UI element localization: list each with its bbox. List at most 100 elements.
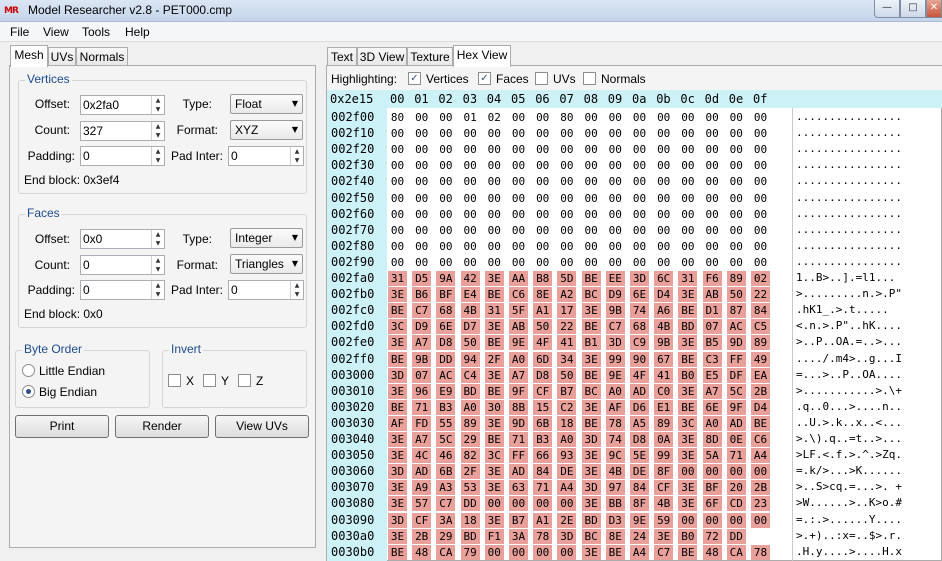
hex-byte-cell[interactable]: 00 xyxy=(388,207,407,222)
hex-byte-cell[interactable]: 9E xyxy=(630,512,649,528)
hex-byte-cell[interactable]: 9B xyxy=(605,303,625,319)
hex-byte-cell[interactable]: 9D xyxy=(509,415,528,431)
highlight-uvs-checkbox[interactable] xyxy=(535,72,548,85)
hex-byte-cell[interactable]: C7 xyxy=(436,496,456,512)
hex-byte-cell[interactable]: 00 xyxy=(678,223,697,238)
hex-byte-cell[interactable]: 3E xyxy=(581,496,601,512)
hex-byte-cell[interactable]: 3E xyxy=(678,383,698,399)
hex-byte-cell[interactable]: 3E xyxy=(678,335,698,351)
hex-byte-cell[interactable]: 00 xyxy=(388,191,407,206)
hex-byte-cell[interactable]: 00 xyxy=(557,191,576,206)
print-button[interactable]: Print xyxy=(15,415,109,438)
hex-byte-cell[interactable]: 00 xyxy=(751,223,770,238)
hex-byte-cell[interactable]: B0 xyxy=(678,367,698,383)
hex-byte-cell[interactable]: 00 xyxy=(436,239,455,254)
hex-byte-cell[interactable]: 00 xyxy=(582,158,601,173)
hex-byte-cell[interactable]: 20 xyxy=(726,480,746,496)
hex-byte-cell[interactable]: B7 xyxy=(509,512,528,528)
hex-byte-cell[interactable]: B5 xyxy=(702,335,722,351)
spin-arrows-icon[interactable]: ▲ ▼ xyxy=(290,281,303,299)
hex-byte-cell[interactable]: 3E xyxy=(678,448,698,464)
hex-byte-cell[interactable]: DD xyxy=(726,528,746,544)
hex-byte-cell[interactable]: 5C xyxy=(436,432,456,447)
big-endian-label[interactable]: Big Endian xyxy=(39,385,97,399)
hex-byte-cell[interactable]: 3D xyxy=(388,464,407,480)
hex-byte-cell[interactable]: 00 xyxy=(678,191,697,206)
hex-byte-cell[interactable]: 00 xyxy=(727,223,746,238)
hex-byte-cell[interactable]: 00 xyxy=(582,207,601,222)
hex-byte-cell[interactable]: 9A xyxy=(436,271,456,286)
hex-byte-cell[interactable]: 6B xyxy=(533,415,553,431)
hex-byte-cell[interactable]: 00 xyxy=(606,239,625,254)
hex-byte-cell[interactable]: 00 xyxy=(727,207,746,222)
hex-byte-cell[interactable]: 00 xyxy=(582,126,601,141)
hex-byte-cell[interactable]: DE xyxy=(630,464,649,480)
hex-byte-cell[interactable]: 24 xyxy=(630,528,649,544)
hex-byte-cell[interactable]: 79 xyxy=(460,544,480,560)
hex-byte-cell[interactable]: 00 xyxy=(557,158,576,173)
hex-byte-cell[interactable]: 96 xyxy=(412,383,432,399)
highlight-faces-checkbox[interactable]: ✓ xyxy=(478,72,491,85)
hex-byte-cell[interactable]: 00 xyxy=(509,126,528,141)
hex-byte-cell[interactable]: 3E xyxy=(581,448,601,464)
hex-byte-cell[interactable]: 00 xyxy=(485,126,504,141)
hex-byte-cell[interactable]: A2 xyxy=(557,287,577,303)
hex-byte-cell[interactable]: 00 xyxy=(485,191,504,206)
hex-byte-cell[interactable]: 66 xyxy=(533,448,553,464)
tab-mesh[interactable]: Mesh xyxy=(10,45,48,67)
hex-byte-cell[interactable]: 00 xyxy=(461,126,480,141)
hex-byte-cell[interactable]: D8 xyxy=(436,335,456,351)
hex-byte-cell[interactable]: BE xyxy=(388,351,407,367)
hex-ascii-text[interactable]: .hK1_.>.t..... xyxy=(796,303,889,316)
menu-help[interactable]: Help xyxy=(125,25,150,39)
hex-byte-cell[interactable]: 00 xyxy=(727,191,746,206)
hex-byte-cell[interactable]: 00 xyxy=(654,255,673,270)
hex-byte-cell[interactable]: 9C xyxy=(605,448,625,464)
hex-byte-cell[interactable]: 3E xyxy=(654,528,674,544)
hex-byte-cell[interactable]: BE xyxy=(388,544,407,560)
hex-byte-cell[interactable]: A6 xyxy=(654,303,674,319)
hex-byte-cell[interactable]: 00 xyxy=(509,255,528,270)
spin-arrows-icon[interactable]: ▲ ▼ xyxy=(290,147,303,165)
hex-byte-cell[interactable]: 71 xyxy=(533,480,553,496)
hex-byte-cell[interactable]: 00 xyxy=(654,158,673,173)
hex-byte-cell[interactable]: 48 xyxy=(412,544,432,560)
hex-byte-cell[interactable]: A4 xyxy=(630,544,649,560)
hex-byte-cell[interactable]: 2B xyxy=(751,383,770,399)
hex-byte-cell[interactable]: 90 xyxy=(630,351,649,367)
hex-byte-cell[interactable]: 00 xyxy=(485,207,504,222)
hex-byte-cell[interactable]: 00 xyxy=(702,464,722,480)
hex-byte-cell[interactable]: 00 xyxy=(533,544,553,560)
hex-byte-cell[interactable]: A7 xyxy=(412,432,432,447)
faces-padding-input[interactable]: 0 ▲ ▼ xyxy=(80,280,165,300)
hex-byte-cell[interactable]: 49 xyxy=(751,351,770,367)
hex-byte-cell[interactable]: C6 xyxy=(751,432,770,447)
hex-byte-cell[interactable]: 00 xyxy=(654,223,673,238)
hex-byte-cell[interactable]: 31 xyxy=(678,271,698,286)
hex-byte-cell[interactable]: CA xyxy=(436,544,456,560)
hex-byte-cell[interactable]: 00 xyxy=(485,255,504,270)
hex-ascii-text[interactable]: >.+)..:x=..$>.r. xyxy=(796,529,902,542)
hex-byte-cell[interactable]: 2B xyxy=(412,528,432,544)
hex-byte-cell[interactable]: 00 xyxy=(751,255,770,270)
hex-byte-cell[interactable]: C5 xyxy=(751,319,770,335)
hex-ascii-text[interactable]: >.\).q..=t..>... xyxy=(796,432,902,445)
hex-byte-cell[interactable]: AD xyxy=(509,464,528,480)
hex-byte-cell[interactable]: 02 xyxy=(751,271,770,286)
hex-byte-cell[interactable]: 3E xyxy=(484,319,504,335)
hex-byte-cell[interactable]: BF xyxy=(436,287,456,303)
hex-byte-cell[interactable]: 82 xyxy=(460,448,480,464)
vertices-type-select[interactable]: Float ▼ xyxy=(230,94,303,114)
hex-byte-cell[interactable]: 2E xyxy=(557,512,577,528)
hex-byte-cell[interactable]: 87 xyxy=(726,303,746,319)
hex-byte-cell[interactable]: 3D xyxy=(581,432,601,447)
hex-byte-cell[interactable]: 00 xyxy=(436,255,455,270)
hex-byte-cell[interactable]: BE xyxy=(678,303,698,319)
hex-byte-cell[interactable]: 00 xyxy=(533,126,552,141)
hex-byte-cell[interactable]: C4 xyxy=(460,367,480,383)
hex-ascii-text[interactable]: .H.y....>....H.x xyxy=(796,545,902,558)
hex-byte-cell[interactable]: 00 xyxy=(630,255,649,270)
hex-byte-cell[interactable]: BE xyxy=(678,399,698,415)
hex-byte-cell[interactable]: B3 xyxy=(436,399,456,415)
hex-byte-cell[interactable]: 89 xyxy=(751,335,770,351)
